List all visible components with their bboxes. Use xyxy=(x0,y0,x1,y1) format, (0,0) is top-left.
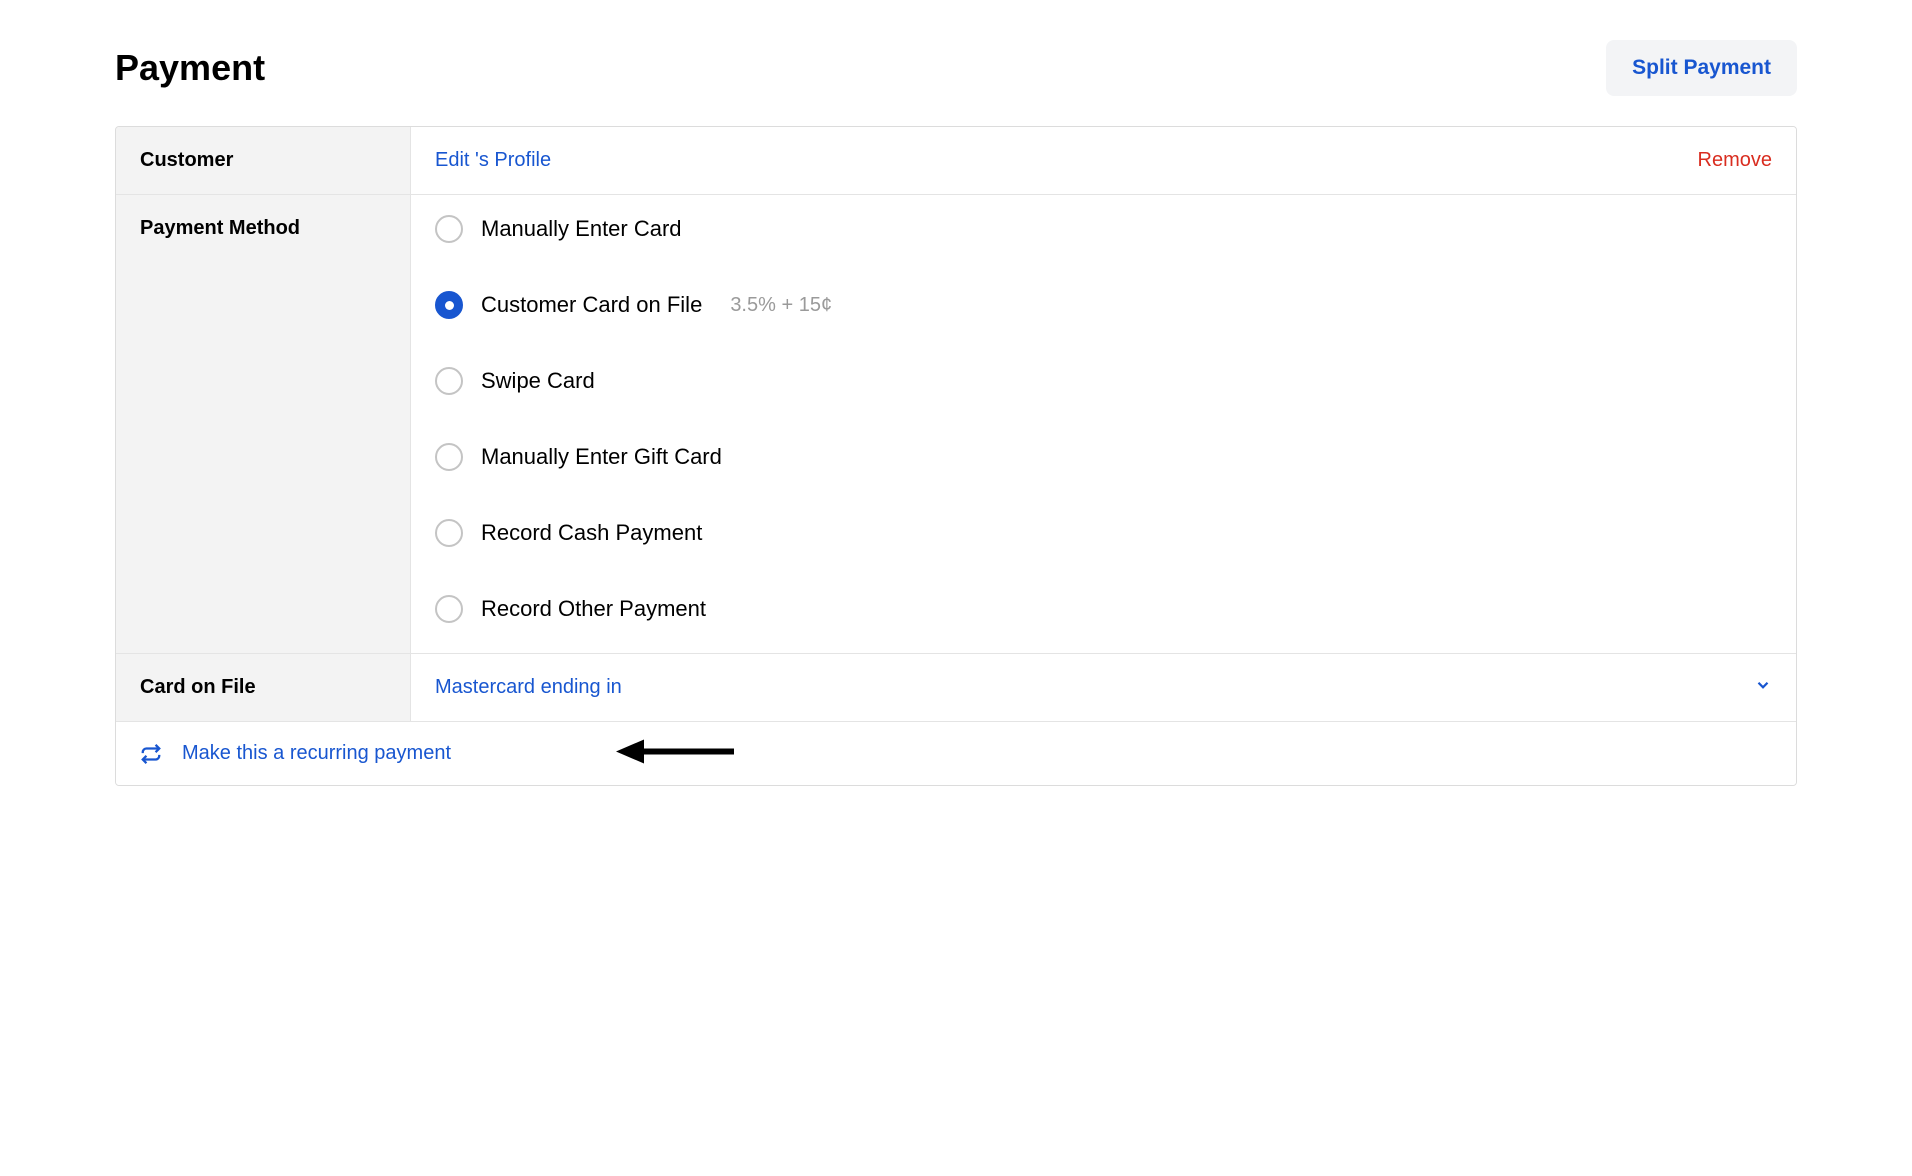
card-on-file-section-label: Card on File xyxy=(116,654,411,721)
payment-method-label: Record Cash Payment xyxy=(481,520,702,546)
payment-method-customer-card-on-file[interactable]: Customer Card on File 3.5% + 15¢ xyxy=(435,291,832,319)
remove-customer-link[interactable]: Remove xyxy=(1698,149,1772,172)
recurring-payment-row: Make this a recurring payment xyxy=(116,722,1796,785)
payment-method-row: Payment Method Manually Enter Card Custo… xyxy=(116,195,1796,654)
radio-icon xyxy=(435,291,463,319)
customer-section-label: Customer xyxy=(116,127,411,194)
split-payment-button[interactable]: Split Payment xyxy=(1606,40,1797,96)
payment-method-label: Manually Enter Card xyxy=(481,216,682,242)
radio-icon xyxy=(435,215,463,243)
radio-icon xyxy=(435,519,463,547)
recurring-icon xyxy=(140,743,162,765)
chevron-down-icon xyxy=(1754,676,1772,699)
card-on-file-value: Mastercard ending in xyxy=(435,676,622,699)
payment-method-record-other-payment[interactable]: Record Other Payment xyxy=(435,595,832,623)
payment-method-label: Record Other Payment xyxy=(481,596,706,622)
payment-method-fee: 3.5% + 15¢ xyxy=(730,294,832,317)
payment-method-swipe-card[interactable]: Swipe Card xyxy=(435,367,832,395)
payment-method-label: Swipe Card xyxy=(481,368,595,394)
payment-method-label: Manually Enter Gift Card xyxy=(481,444,722,470)
payment-panel: Customer Edit 's Profile Remove Payment … xyxy=(115,126,1797,786)
customer-row: Customer Edit 's Profile Remove xyxy=(116,127,1796,195)
make-recurring-link[interactable]: Make this a recurring payment xyxy=(182,742,451,765)
annotation-arrow-icon xyxy=(616,736,736,771)
radio-icon xyxy=(435,443,463,471)
payment-method-list: Manually Enter Card Customer Card on Fil… xyxy=(411,195,856,653)
radio-icon xyxy=(435,367,463,395)
edit-profile-link[interactable]: Edit 's Profile xyxy=(435,149,551,172)
payment-method-manually-enter-card[interactable]: Manually Enter Card xyxy=(435,215,832,243)
payment-method-label: Customer Card on File xyxy=(481,292,702,318)
payment-method-record-cash-payment[interactable]: Record Cash Payment xyxy=(435,519,832,547)
payment-method-section-label: Payment Method xyxy=(116,195,411,653)
card-on-file-row: Card on File Mastercard ending in xyxy=(116,654,1796,722)
card-on-file-select[interactable]: Mastercard ending in xyxy=(411,654,1796,721)
radio-icon xyxy=(435,595,463,623)
page-header: Payment Split Payment xyxy=(115,40,1797,96)
page-title: Payment xyxy=(115,47,265,89)
payment-method-manually-enter-gift-card[interactable]: Manually Enter Gift Card xyxy=(435,443,832,471)
